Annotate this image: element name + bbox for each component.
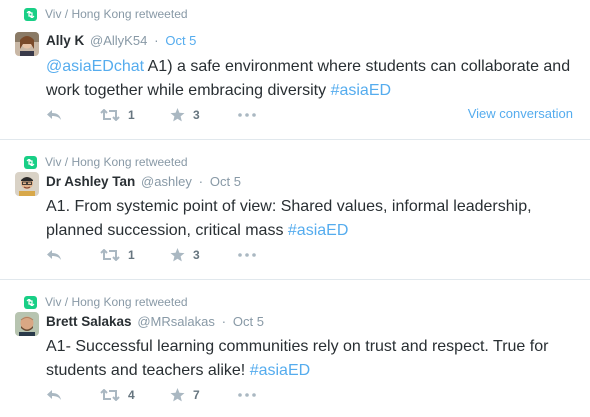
tweet-header: Dr Ashley Tan @ashley · Oct 5 bbox=[46, 174, 241, 189]
retweet-count: 4 bbox=[128, 388, 135, 402]
retweet-count: 1 bbox=[128, 248, 135, 262]
star-icon bbox=[170, 388, 185, 402]
mention-link[interactable]: @asiaEDchat bbox=[46, 58, 144, 75]
tweet[interactable]: Viv / Hong Kong retweeted Dr Ashley Tan … bbox=[0, 141, 590, 280]
tweet[interactable]: Viv / Hong Kong retweeted Brett Salakas … bbox=[0, 281, 590, 417]
retweet-context-text[interactable]: Viv / Hong Kong retweeted bbox=[45, 295, 188, 309]
tweet-actions: 1 3 bbox=[46, 245, 256, 265]
retweet-badge-icon bbox=[24, 155, 37, 169]
favorite-button[interactable]: 3 bbox=[170, 248, 238, 262]
retweet-context: Viv / Hong Kong retweeted bbox=[24, 295, 188, 309]
favorite-count: 7 bbox=[193, 388, 200, 402]
tweet-text: @asiaEDchat A1) a safe environment where… bbox=[46, 55, 581, 103]
retweet-button[interactable]: 1 bbox=[100, 248, 170, 262]
retweet-badge-icon bbox=[24, 295, 37, 309]
retweet-context: Viv / Hong Kong retweeted bbox=[24, 155, 188, 169]
author-name[interactable]: Brett Salakas bbox=[46, 314, 132, 329]
favorite-button[interactable]: 7 bbox=[170, 388, 238, 402]
retweet-button[interactable]: 1 bbox=[100, 108, 170, 122]
separator-dot: · bbox=[154, 33, 159, 48]
separator-dot: · bbox=[198, 174, 204, 189]
favorite-button[interactable]: 3 bbox=[170, 108, 238, 122]
avatar[interactable] bbox=[15, 312, 39, 336]
timestamp[interactable]: Oct 5 bbox=[210, 174, 241, 189]
timeline: Viv / Hong Kong retweeted Ally K @AllyK5… bbox=[0, 0, 590, 417]
retweet-count: 1 bbox=[128, 108, 135, 122]
tweet-actions: 4 7 bbox=[46, 385, 256, 405]
retweet-icon bbox=[100, 249, 120, 261]
tweet-header: Ally K @AllyK54 · Oct 5 bbox=[46, 33, 196, 48]
hashtag-link[interactable]: #asiaED bbox=[331, 82, 391, 99]
tweet-actions: 1 3 bbox=[46, 105, 256, 125]
more-icon[interactable] bbox=[238, 393, 256, 397]
author-name[interactable]: Dr Ashley Tan bbox=[46, 174, 135, 189]
reply-icon[interactable] bbox=[46, 109, 100, 121]
avatar[interactable] bbox=[15, 172, 39, 196]
retweet-badge-icon bbox=[24, 7, 37, 21]
timestamp[interactable]: Oct 5 bbox=[165, 33, 196, 48]
tweet-header: Brett Salakas @MRsalakas · Oct 5 bbox=[46, 314, 264, 329]
author-handle[interactable]: @MRsalakas bbox=[137, 314, 215, 329]
tweet-text: A1. From systemic point of view: Shared … bbox=[46, 195, 581, 243]
favorite-count: 3 bbox=[193, 108, 200, 122]
retweet-icon bbox=[100, 389, 120, 401]
retweet-button[interactable]: 4 bbox=[100, 388, 170, 402]
retweet-icon bbox=[100, 109, 120, 121]
hashtag-link[interactable]: #asiaED bbox=[250, 362, 310, 379]
author-name[interactable]: Ally K bbox=[46, 33, 84, 48]
author-handle[interactable]: @AllyK54 bbox=[90, 33, 147, 48]
favorite-count: 3 bbox=[193, 248, 200, 262]
more-icon[interactable] bbox=[238, 113, 256, 117]
tweet-text: A1- Successful learning communities rely… bbox=[46, 335, 581, 383]
star-icon bbox=[170, 108, 185, 122]
reply-icon[interactable] bbox=[46, 249, 100, 261]
author-handle[interactable]: @ashley bbox=[141, 174, 192, 189]
retweet-context: Viv / Hong Kong retweeted bbox=[24, 7, 188, 21]
tweet[interactable]: Viv / Hong Kong retweeted Ally K @AllyK5… bbox=[0, 0, 590, 140]
timestamp[interactable]: Oct 5 bbox=[233, 314, 264, 329]
retweet-context-text[interactable]: Viv / Hong Kong retweeted bbox=[45, 155, 188, 169]
hashtag-link[interactable]: #asiaED bbox=[288, 222, 348, 239]
reply-icon[interactable] bbox=[46, 389, 100, 401]
view-conversation-link[interactable]: View conversation bbox=[468, 106, 573, 121]
separator-dot: · bbox=[221, 314, 227, 329]
retweet-context-text[interactable]: Viv / Hong Kong retweeted bbox=[45, 7, 188, 21]
star-icon bbox=[170, 248, 185, 262]
more-icon[interactable] bbox=[238, 253, 256, 257]
avatar[interactable] bbox=[15, 32, 39, 56]
